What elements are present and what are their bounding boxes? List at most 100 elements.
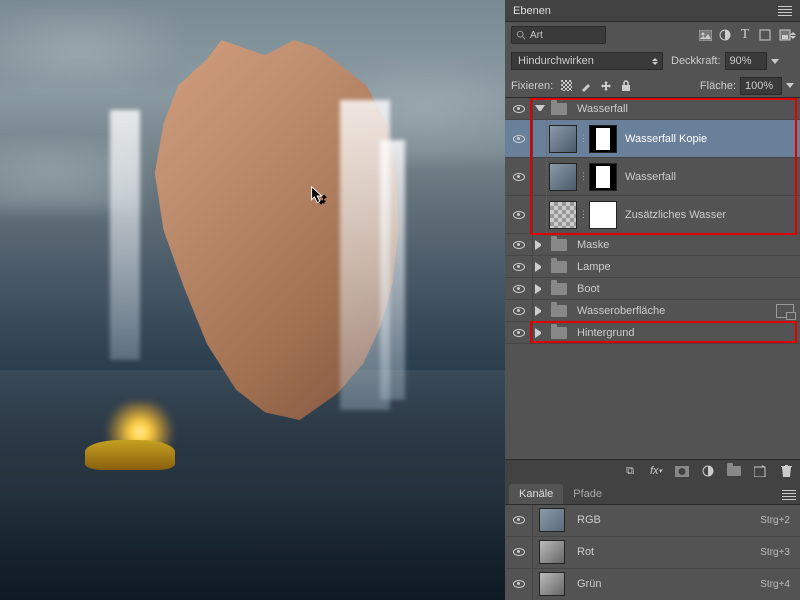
channel-thumbnail — [539, 540, 565, 564]
channel-shortcut: Strg+3 — [760, 547, 790, 558]
layer-name[interactable]: Wasseroberfläche — [577, 305, 665, 317]
disclosure-icon[interactable] — [535, 240, 545, 250]
lock-position-icon[interactable] — [599, 79, 613, 93]
link-layers-icon[interactable]: ⧉ — [622, 464, 638, 478]
disclosure-icon[interactable] — [535, 328, 545, 338]
layer-name[interactable]: Wasserfall — [625, 171, 676, 183]
layer-filter-kind[interactable]: Art — [511, 26, 606, 44]
layer-thumbnail[interactable] — [549, 201, 577, 229]
layer-group-row[interactable]: Hintergrund — [505, 322, 800, 344]
channels-list[interactable]: RGBStrg+2RotStrg+3GrünStrg+4BlauStrg+5Wa… — [505, 505, 800, 600]
folder-icon — [551, 283, 567, 295]
search-icon — [516, 30, 526, 40]
layer-group-row[interactable]: Boot — [505, 278, 800, 300]
fill-value[interactable]: 100% — [740, 77, 782, 95]
layers-list[interactable]: Wasserfall ⋮ Wasserfall Kopie ⋮ Wasserfall ⋮ Z… — [505, 98, 800, 459]
panel-menu-icon[interactable] — [782, 490, 796, 500]
disclosure-icon[interactable] — [535, 284, 545, 294]
layer-thumbnail[interactable] — [549, 163, 577, 191]
layer-row[interactable]: ⋮ Wasserfall — [505, 158, 800, 196]
mask-link-icon[interactable]: ⋮ — [579, 133, 587, 144]
layer-name[interactable]: Boot — [577, 283, 600, 295]
layer-row[interactable]: ⋮ Wasserfall Kopie — [505, 120, 800, 158]
eye-icon — [513, 263, 525, 271]
lock-pixels-icon[interactable] — [579, 79, 593, 93]
panel-menu-icon[interactable] — [778, 6, 792, 16]
tab-paths[interactable]: Pfade — [563, 484, 612, 504]
layer-name[interactable]: Maske — [577, 239, 609, 251]
layer-name[interactable]: Zusätzliches Wasser — [625, 209, 726, 221]
mask-thumbnail[interactable] — [589, 201, 617, 229]
folder-icon — [551, 239, 567, 251]
visibility-toggle[interactable] — [505, 537, 533, 568]
opacity-slider-icon[interactable] — [771, 59, 779, 64]
opacity-label: Deckkraft: — [671, 55, 721, 67]
layer-filter-row: Art T — [505, 22, 800, 48]
tab-channels[interactable]: Kanäle — [509, 484, 563, 504]
layers-panel-header: Ebenen — [505, 0, 800, 22]
filter-shape-icon[interactable] — [756, 27, 774, 43]
new-group-icon[interactable] — [726, 464, 742, 478]
layer-group-row[interactable]: Wasseroberfläche — [505, 300, 800, 322]
opacity-value[interactable]: 90% — [725, 52, 767, 70]
eye-icon — [513, 285, 525, 293]
disclosure-icon[interactable] — [535, 105, 545, 115]
layers-panel-title: Ebenen — [513, 5, 778, 17]
mask-link-icon[interactable]: ⋮ — [579, 171, 587, 182]
layer-row[interactable]: ⋮ Zusätzliches Wasser — [505, 196, 800, 234]
visibility-toggle[interactable] — [505, 234, 533, 255]
layer-fx-icon[interactable]: fx▾ — [648, 464, 664, 478]
eye-icon — [513, 516, 525, 524]
visibility-toggle[interactable] — [505, 278, 533, 299]
new-layer-icon[interactable] — [752, 464, 768, 478]
mask-thumbnail[interactable] — [589, 163, 617, 191]
layer-thumbnail[interactable] — [549, 125, 577, 153]
delete-layer-icon[interactable] — [778, 464, 794, 478]
add-mask-icon[interactable] — [674, 464, 690, 478]
layer-name[interactable]: Wasserfall — [577, 103, 628, 115]
visibility-toggle[interactable] — [505, 505, 533, 536]
visibility-toggle[interactable] — [505, 569, 533, 600]
lock-all-icon[interactable] — [619, 79, 633, 93]
add-adjustment-icon[interactable] — [700, 464, 716, 478]
channel-name: Grün — [577, 578, 601, 590]
document-canvas[interactable] — [0, 0, 505, 600]
layer-name[interactable]: Hintergrund — [577, 327, 634, 339]
filter-adjust-icon[interactable] — [716, 27, 734, 43]
eye-icon — [513, 329, 525, 337]
visibility-toggle[interactable] — [505, 120, 533, 157]
layer-name[interactable]: Lampe — [577, 261, 611, 273]
visibility-toggle[interactable] — [505, 322, 533, 343]
layer-group-row[interactable]: Lampe — [505, 256, 800, 278]
visibility-toggle[interactable] — [505, 196, 533, 233]
visibility-toggle[interactable] — [505, 256, 533, 277]
channel-name: RGB — [577, 514, 601, 526]
fill-slider-icon[interactable] — [786, 83, 794, 88]
disclosure-icon[interactable] — [535, 306, 545, 316]
eye-icon — [513, 211, 525, 219]
layer-actions-icon[interactable] — [776, 304, 794, 318]
visibility-toggle[interactable] — [505, 158, 533, 195]
fill-label: Fläche: — [700, 80, 736, 92]
blend-mode-dropdown[interactable]: Hindurchwirken — [511, 52, 663, 70]
channel-row[interactable]: GrünStrg+4 — [505, 569, 800, 600]
channel-row[interactable]: RGB Strg+2 — [505, 505, 800, 537]
filter-pixel-icon[interactable] — [696, 27, 714, 43]
layer-group-row[interactable]: Wasserfall — [505, 98, 800, 120]
channels-tabs: Kanäle Pfade — [505, 483, 800, 505]
disclosure-icon[interactable] — [535, 262, 545, 272]
layers-bottom-bar: ⧉ fx▾ — [505, 459, 800, 483]
lock-transparency-icon[interactable] — [559, 79, 573, 93]
channel-shortcut: Strg+2 — [760, 515, 790, 526]
filter-type-icon[interactable]: T — [736, 27, 754, 43]
boat — [85, 440, 175, 470]
visibility-toggle[interactable] — [505, 300, 533, 321]
visibility-toggle[interactable] — [505, 98, 533, 119]
folder-icon — [551, 305, 567, 317]
lock-row: Fixieren: Fläche: 100% — [505, 74, 800, 98]
mask-link-icon[interactable]: ⋮ — [579, 209, 587, 220]
layer-name[interactable]: Wasserfall Kopie — [625, 133, 707, 145]
mask-thumbnail[interactable] — [589, 125, 617, 153]
layer-group-row[interactable]: Maske — [505, 234, 800, 256]
channel-row[interactable]: RotStrg+3 — [505, 537, 800, 569]
